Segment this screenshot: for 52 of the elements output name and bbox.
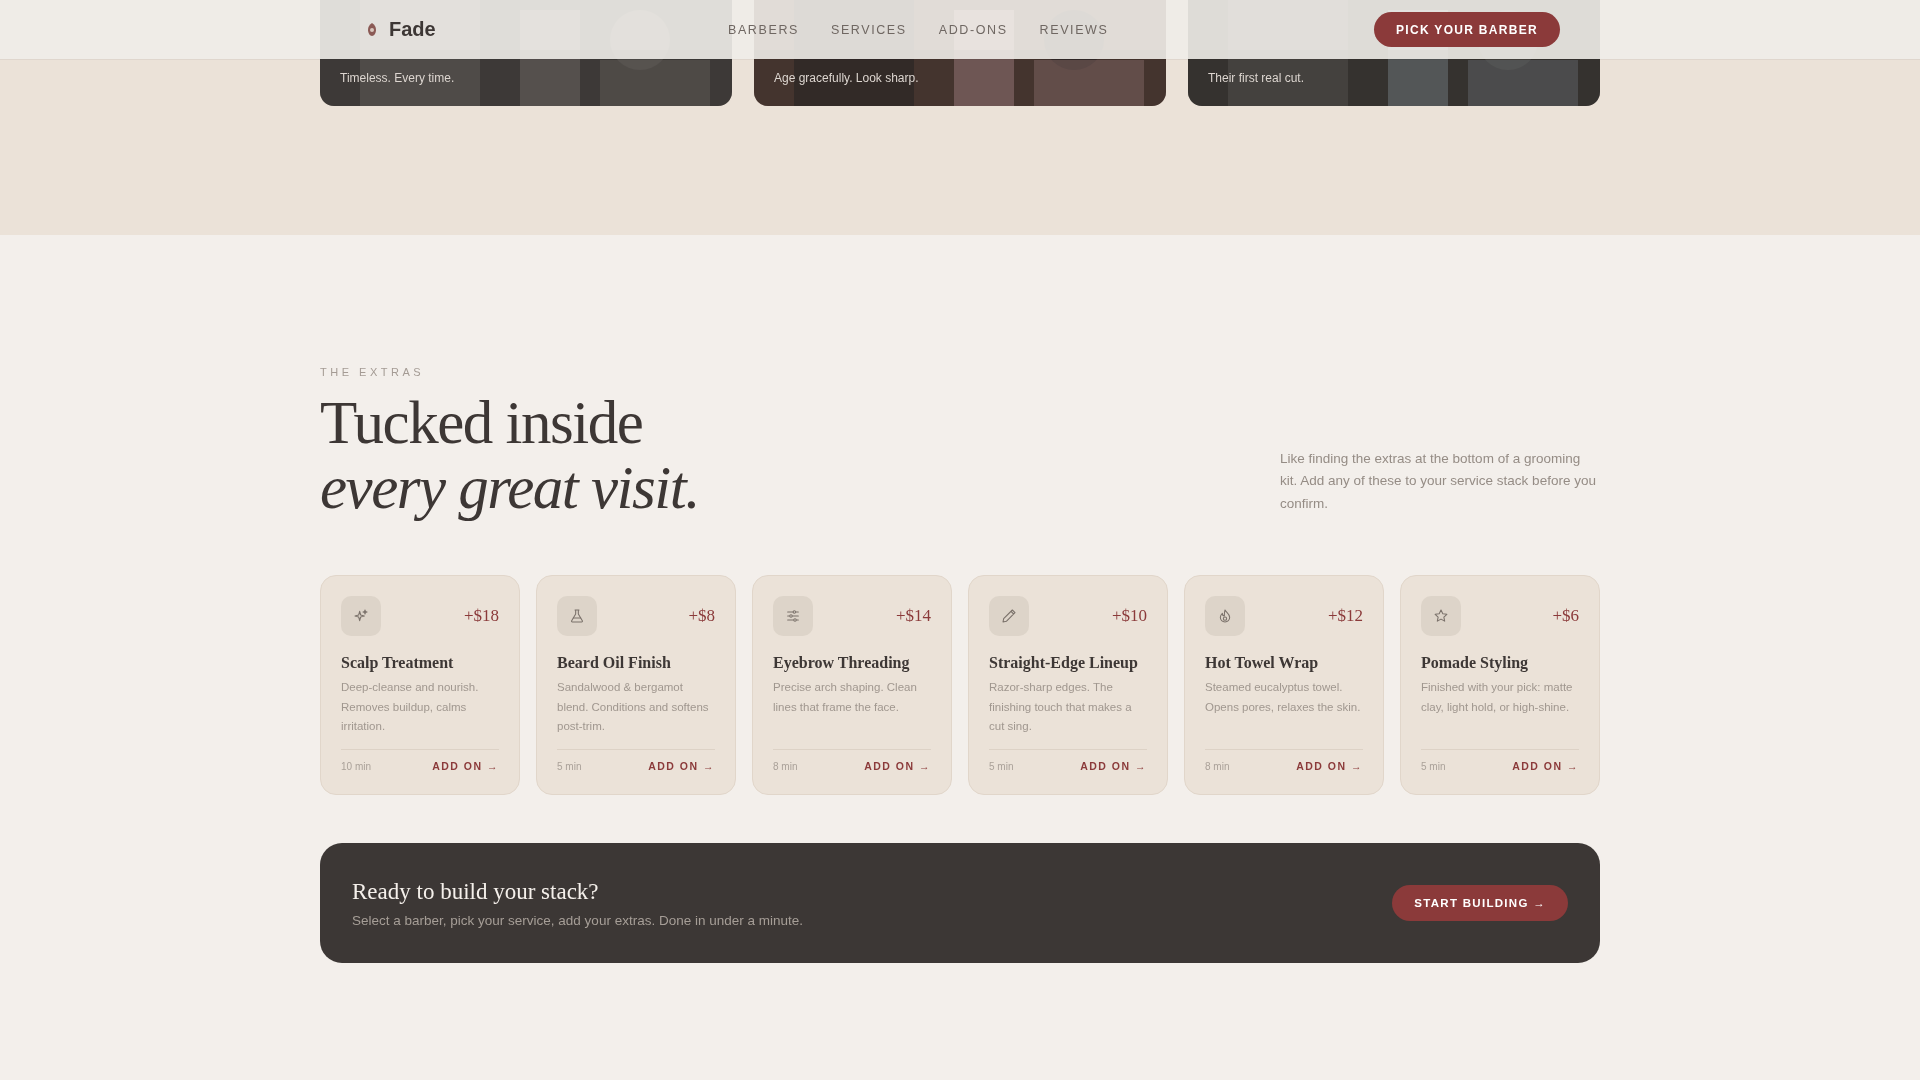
add-on-link[interactable]: ADD ON → xyxy=(1080,760,1147,772)
nav-link[interactable]: ADD-ONS xyxy=(938,22,1008,37)
addon-title: Hot Towel Wrap xyxy=(1205,654,1320,672)
addon-price: +$8 xyxy=(688,606,715,626)
addon-duration: 8 min xyxy=(1205,760,1230,772)
banner-title: Ready to build your stack? xyxy=(352,878,600,905)
add-on-link[interactable]: ADD ON → xyxy=(1296,760,1363,772)
addon-price: +$14 xyxy=(895,606,931,626)
addon-title: Pomade Styling xyxy=(1421,654,1530,672)
nav-link[interactable]: BARBERS xyxy=(728,22,799,37)
addon-description: Razor-sharp edges. The finishing touch that makes a cut sing. xyxy=(989,680,1133,734)
addon-duration: 5 min xyxy=(1421,760,1446,772)
nav-link[interactable]: SERVICES xyxy=(830,22,907,37)
flame-icon xyxy=(1205,596,1245,636)
add-on-link[interactable]: ADD ON → xyxy=(864,760,931,772)
card-subtitle: Age gracefully. Look sharp. xyxy=(774,71,919,85)
logo-icon xyxy=(367,23,377,36)
nav-link[interactable]: REVIEWS xyxy=(1039,22,1109,37)
addon-price: +$12 xyxy=(1327,606,1363,626)
addon-duration: 5 min xyxy=(557,760,582,772)
banner-text: Select a barber, pick your service, add your extras. Done in under a minute. xyxy=(352,912,803,928)
brand-name[interactable]: Fade xyxy=(389,18,436,41)
add-on-link[interactable]: ADD ON → xyxy=(1512,760,1579,772)
start-building-button[interactable]: START BUILDING → xyxy=(1392,885,1568,921)
add-on-link[interactable]: ADD ON → xyxy=(432,760,499,772)
addon-duration: 8 min xyxy=(773,760,798,772)
addon-duration: 5 min xyxy=(989,760,1014,772)
addon-price: +$18 xyxy=(463,606,499,626)
section-eyebrow: THE EXTRAS xyxy=(320,366,426,378)
card-subtitle: Their first real cut. xyxy=(1208,71,1305,85)
addon-price: +$10 xyxy=(1111,606,1147,626)
pencil-icon xyxy=(989,596,1029,636)
sliders-icon xyxy=(773,596,813,636)
sparkle-icon xyxy=(341,596,381,636)
addon-title: Eyebrow Threading xyxy=(773,654,911,672)
flask-icon xyxy=(557,596,597,636)
addon-description: Finished with your pick: matte clay, light hold, or high-shine. xyxy=(1421,680,1574,715)
addon-title: Straight-Edge Lineup xyxy=(989,654,1139,672)
addon-price: +$6 xyxy=(1552,606,1579,626)
section-intro: Like finding the extras at the bottom of a grooming kit. Add any of these to your service stack before you confirm. xyxy=(1280,449,1597,513)
section-heading-italic: every great visit. xyxy=(320,455,699,520)
pick-barber-button[interactable]: PICK YOUR BARBER xyxy=(1374,12,1560,47)
addon-description: Sandalwood & bergamot blend. Conditions and softens post-trim. xyxy=(557,680,710,734)
addon-title: Scalp Treatment xyxy=(341,654,455,672)
addon-description: Precise arch shaping. Clean lines that frame the face. xyxy=(773,680,918,715)
section-heading: Tucked inside xyxy=(320,390,643,455)
card-subtitle: Timeless. Every time. xyxy=(340,71,455,85)
addon-title: Beard Oil Finish xyxy=(557,654,672,672)
addon-description: Deep-cleanse and nourish. Removes buildup, calms irritation. xyxy=(341,680,480,734)
addon-duration: 10 min xyxy=(341,760,371,772)
add-on-link[interactable]: ADD ON → xyxy=(648,760,715,772)
addon-description: Steamed eucalyptus towel. Opens pores, relaxes the skin. xyxy=(1205,680,1362,715)
